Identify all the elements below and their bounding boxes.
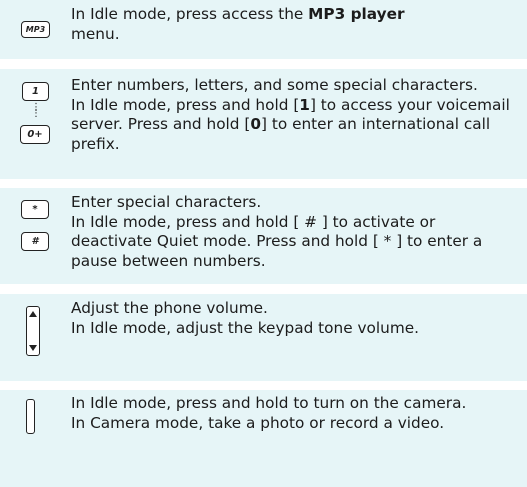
alphanumeric-key-1-icon: 1 bbox=[22, 82, 49, 101]
key-description-row-star-hash: * # Enter special characters. In Idle mo… bbox=[0, 188, 527, 284]
hash-key-icon: # bbox=[21, 232, 49, 251]
volume-up-arrow-icon bbox=[29, 311, 37, 317]
mp3-key-icon: MP3 bbox=[21, 21, 50, 38]
star-hash-key-description: Enter special characters. In Idle mode, … bbox=[71, 193, 483, 270]
ellipsis-dots-icon: ⋮ ⋮ bbox=[31, 102, 41, 119]
camera-key-icon bbox=[26, 399, 35, 434]
alphanumeric-key-0-icon: 0+ bbox=[20, 125, 50, 144]
volume-key-description: Adjust the phone volume. In Idle mode, a… bbox=[71, 299, 420, 337]
alphanumeric-key-description: Enter numbers, letters, and some special… bbox=[71, 76, 510, 153]
key-description-row-camera: In Idle mode, press and hold to turn on … bbox=[0, 390, 527, 487]
camera-key-description: In Idle mode, press and hold to turn on … bbox=[71, 394, 467, 432]
star-key-icon: * bbox=[21, 200, 49, 219]
key-description-row-volume: Adjust the phone volume. In Idle mode, a… bbox=[0, 294, 527, 381]
mp3-key-description: In Idle mode, press access the MP3 playe… bbox=[71, 5, 405, 43]
key-description-row-mp3: MP3 In Idle mode, press access the MP3 p… bbox=[0, 0, 527, 59]
volume-down-arrow-icon bbox=[29, 345, 37, 351]
key-description-row-alphanumeric: 1 ⋮ ⋮ 0+ Enter numbers, letters, and some… bbox=[0, 69, 527, 179]
volume-key-icon bbox=[26, 306, 40, 356]
